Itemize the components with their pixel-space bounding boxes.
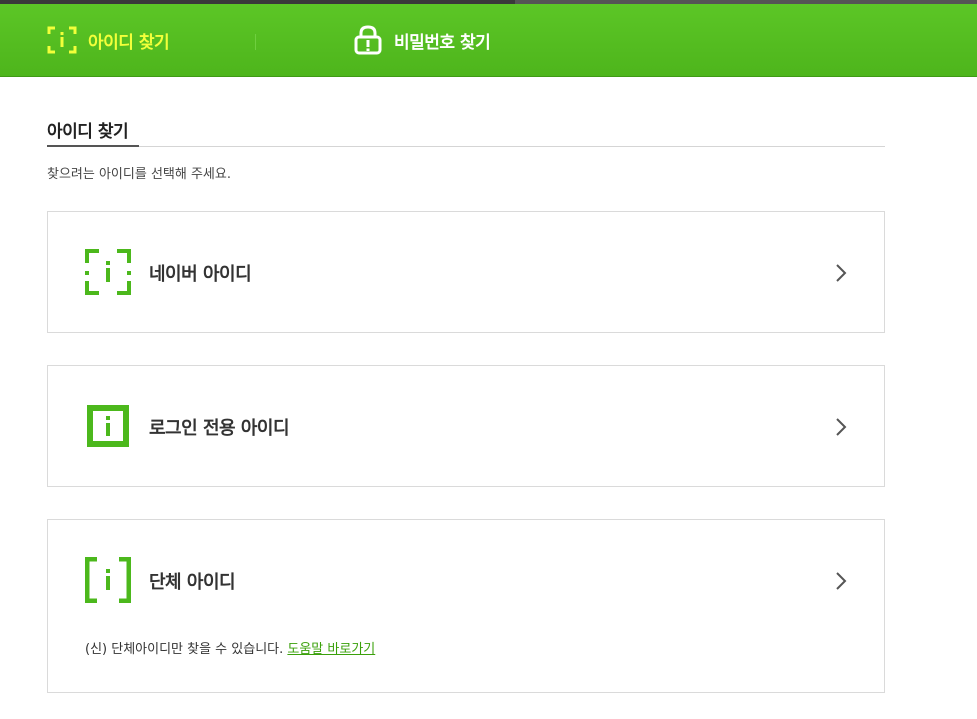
chevron-right-icon: [836, 418, 847, 436]
login-only-id-icon: [87, 405, 129, 447]
option-group-id[interactable]: 단체 아이디 (신) 단체아이디만 찾을 수 있습니다. 도움말 바로가기: [47, 519, 885, 693]
help-link[interactable]: 도움말 바로가기: [287, 642, 375, 657]
option-naver-id[interactable]: 네이버 아이디: [47, 211, 885, 333]
tab-find-id-label: 아이디 찾기: [88, 32, 170, 53]
page-description: 찾으려는 아이디를 선택해 주세요.: [47, 167, 231, 182]
page-title: 아이디 찾기: [47, 122, 129, 142]
group-id-note: (신) 단체아이디만 찾을 수 있습니다. 도움말 바로가기: [85, 638, 375, 657]
lock-alert-icon: [354, 25, 382, 55]
tab-find-password[interactable]: 비밀번호 찾기: [352, 22, 491, 58]
option-login-only-id[interactable]: 로그인 전용 아이디: [47, 365, 885, 487]
title-underline: [47, 145, 139, 147]
chevron-right-icon: [836, 572, 847, 590]
id-bracket-icon: [47, 26, 77, 54]
group-id-icon: [85, 557, 131, 603]
naver-id-icon: [85, 249, 131, 295]
tab-header: 아이디 찾기 비밀번호 찾기: [0, 4, 977, 77]
tab-divider: [255, 34, 256, 50]
option-login-only-id-label: 로그인 전용 아이디: [149, 418, 290, 439]
group-id-note-text: (신) 단체아이디만 찾을 수 있습니다.: [85, 642, 284, 657]
title-divider: [47, 146, 885, 147]
tab-find-id[interactable]: 아이디 찾기: [46, 22, 170, 58]
tab-find-password-label: 비밀번호 찾기: [394, 32, 491, 53]
option-group-id-label: 단체 아이디: [149, 572, 236, 593]
chevron-right-icon: [836, 264, 847, 282]
option-naver-id-label: 네이버 아이디: [149, 264, 252, 285]
